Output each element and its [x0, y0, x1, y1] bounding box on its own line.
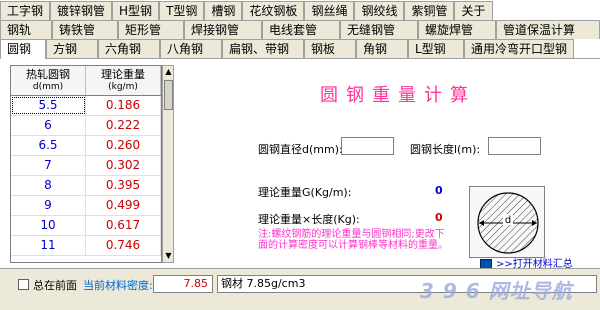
tab-square-steel[interactable]: 方钢 [46, 39, 98, 58]
cell-weight: 0.746 [86, 236, 161, 255]
cell-weight: 0.222 [86, 116, 161, 135]
cell-diameter: 5.5 [11, 96, 86, 115]
weight-per-m-value: 0 [435, 184, 443, 197]
cell-weight: 0.499 [86, 196, 161, 215]
density-label: 当前材料密度: [83, 279, 153, 292]
cell-diameter: 8 [11, 176, 86, 195]
tab-spiral-pipe[interactable]: 螺旋焊管 [418, 20, 496, 39]
tab-i-beam[interactable]: 工字钢 [0, 1, 51, 20]
tab-rectangular-pipe[interactable]: 矩形管 [118, 20, 184, 39]
tab-row-3: 圆钢 方钢 六角钢 八角钢 扁钢、带钢 钢板 角钢 L型钢 通用冷弯开口型钢 [0, 39, 600, 59]
tab-rail[interactable]: 钢轨 [0, 20, 52, 39]
cell-diameter: 7 [11, 156, 86, 175]
weight-table[interactable]: 热轧圆钢 d(mm) 理论重量 (kg/m) 5.5 0.186 6 0.222 6… [10, 65, 162, 263]
table-row[interactable]: 8 0.395 [11, 176, 161, 196]
always-on-top-label: 总在前面 [33, 279, 77, 292]
table-row[interactable]: 6 0.222 [11, 116, 161, 136]
tab-checker-plate[interactable]: 花纹钢板 [242, 1, 305, 20]
table-row[interactable]: 6.5 0.260 [11, 136, 161, 156]
tab-t-beam[interactable]: T型钢 [159, 1, 205, 20]
round-steel-panel: 热轧圆钢 d(mm) 理论重量 (kg/m) 5.5 0.186 6 0.222 6… [0, 58, 600, 270]
tab-l-steel[interactable]: L型钢 [408, 39, 464, 58]
cell-diameter: 11 [11, 236, 86, 255]
tab-flat-steel[interactable]: 扁钢、带钢 [222, 39, 304, 58]
table-row[interactable]: 5.5 0.186 [11, 96, 161, 116]
tab-h-beam[interactable]: H型钢 [112, 1, 160, 20]
col-diameter-unit: d(mm) [32, 82, 64, 92]
density-input[interactable]: 7.85 [153, 275, 213, 293]
table-header: 热轧圆钢 d(mm) 理论重量 (kg/m) [11, 66, 161, 96]
diameter-symbol: d [505, 215, 511, 226]
col-weight-header[interactable]: 理论重量 (kg/m) [86, 66, 161, 95]
cell-weight: 0.302 [86, 156, 161, 175]
tab-cast-iron-pipe[interactable]: 铸铁管 [52, 20, 118, 39]
col-diameter-title: 热轧圆钢 [26, 68, 70, 81]
tab-channel[interactable]: 槽钢 [204, 1, 243, 20]
tab-conduit[interactable]: 电线套管 [262, 20, 340, 39]
cell-weight: 0.260 [86, 136, 161, 155]
table-row[interactable]: 10 0.617 [11, 216, 161, 236]
tab-about[interactable]: 关于 [454, 1, 493, 20]
tab-wire-rope[interactable]: 钢丝绳 [304, 1, 355, 20]
scroll-thumb[interactable] [164, 80, 173, 110]
scroll-up-icon[interactable]: ▲ [164, 66, 173, 78]
watermark: 3 9 6 网址导航 [420, 279, 573, 303]
table-row[interactable]: 7 0.302 [11, 156, 161, 176]
total-weight-label: 理论重量×长度(Kg): [258, 213, 360, 226]
tab-seamless-pipe[interactable]: 无缝钢管 [340, 20, 418, 39]
diameter-label: 圆钢直径d(mm): [258, 143, 343, 156]
table-row[interactable]: 9 0.499 [11, 196, 161, 216]
tab-angle-steel[interactable]: 角钢 [356, 39, 408, 58]
round-bar-diagram: d [469, 186, 545, 258]
cell-diameter: 9 [11, 196, 86, 215]
cell-diameter: 10 [11, 216, 86, 235]
length-input[interactable] [488, 137, 541, 155]
cell-weight: 0.395 [86, 176, 161, 195]
table-row[interactable]: 11 0.746 [11, 236, 161, 256]
tab-row-1: 工字钢 镀锌钢管 H型钢 T型钢 槽钢 花纹钢板 钢丝绳 钢绞线 紫铜管 关于 [0, 1, 600, 20]
calc-note: 注:螺纹钢筋的理论重量与圆钢相同;更改下面的计算密度可以计算钢棒等材料的重量。 [258, 229, 448, 251]
col-weight-title: 理论重量 [101, 68, 145, 81]
tab-row-2: 钢轨 铸铁管 矩形管 焊接钢管 电线套管 无缝钢管 螺旋焊管 管道保温计算 [0, 20, 600, 39]
col-weight-unit: (kg/m) [108, 82, 138, 92]
tab-copper-pipe[interactable]: 紫铜管 [404, 1, 455, 20]
tab-hexagon-steel[interactable]: 六角钢 [98, 39, 160, 58]
status-bar: 总在前面 当前材料密度: 7.85 钢材 7.85g/cm3 3 9 6 网址导… [0, 268, 600, 310]
cell-weight: 0.186 [86, 96, 161, 115]
col-diameter-header[interactable]: 热轧圆钢 d(mm) [11, 66, 86, 95]
tab-octagon-steel[interactable]: 八角钢 [160, 39, 222, 58]
cell-weight: 0.617 [86, 216, 161, 235]
total-weight-value: 0 [435, 211, 443, 224]
length-label: 圆钢长度l(m): [410, 143, 481, 156]
tab-insulation-calc[interactable]: 管道保温计算 [496, 20, 600, 39]
tab-steel-plate[interactable]: 钢板 [304, 39, 356, 58]
tab-strand[interactable]: 钢绞线 [354, 1, 405, 20]
table-scrollbar[interactable]: ▲ ▼ [162, 65, 174, 263]
round-bar-icon: d [477, 192, 539, 254]
diameter-input[interactable] [341, 137, 394, 155]
tab-round-steel[interactable]: 圆钢 [0, 39, 46, 59]
always-on-top-checkbox[interactable] [18, 279, 29, 290]
cell-diameter: 6 [11, 116, 86, 135]
scroll-down-icon[interactable]: ▼ [164, 250, 173, 262]
tab-cold-formed[interactable]: 通用冷弯开口型钢 [464, 39, 574, 58]
calc-title: 圆钢重量计算 [320, 85, 476, 106]
cell-diameter: 6.5 [11, 136, 86, 155]
weight-per-m-label: 理论重量G(Kg/m): [258, 186, 352, 199]
tab-galvanized-pipe[interactable]: 镀锌钢管 [50, 1, 113, 20]
tab-welded-pipe[interactable]: 焊接钢管 [184, 20, 262, 39]
